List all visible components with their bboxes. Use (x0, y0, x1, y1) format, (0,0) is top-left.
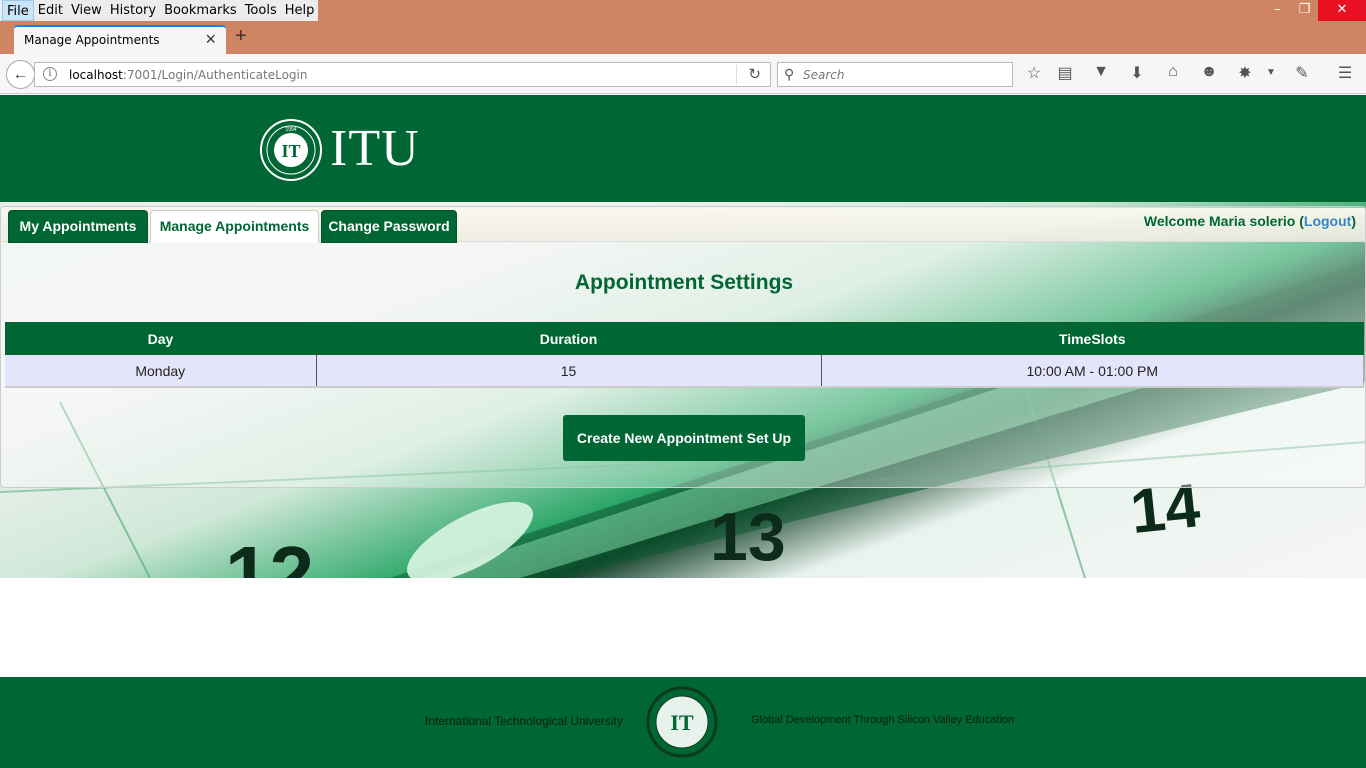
menu-help[interactable]: Help (281, 0, 319, 21)
menu-file[interactable]: File (2, 0, 34, 21)
svg-text:13: 13 (710, 499, 786, 575)
svg-text:12: 12 (225, 530, 314, 578)
column-header-day: Day (5, 322, 316, 355)
window-controls: – ❐ ✕ (1264, 0, 1366, 21)
url-divider (736, 65, 737, 84)
dropdown-arrow-icon[interactable]: ▼ (1260, 67, 1282, 78)
page-tabs: My Appointments Manage Appointments Chan… (2, 208, 1365, 243)
svg-text:1994: 1994 (285, 127, 296, 133)
search-icon: ⚲ (784, 66, 795, 82)
addon-icon[interactable]: ✎ (1291, 63, 1313, 83)
url-bar[interactable]: i localhost:7001/Login/AuthenticateLogin… (34, 62, 771, 87)
hamburger-menu-icon[interactable]: ☰ (1334, 63, 1356, 83)
tab-manage-appointments[interactable]: Manage Appointments (150, 210, 319, 243)
cell-day: Monday (5, 355, 317, 388)
site-header: IT 1994 ITU (0, 95, 1366, 202)
close-tab-icon[interactable]: × (205, 29, 216, 50)
reading-list-icon[interactable]: ▤ (1054, 63, 1076, 83)
welcome-message: Welcome Maria solerio (Logout) (1143, 213, 1356, 229)
bookmark-star-icon[interactable]: ☆ (1023, 63, 1045, 83)
menu-bar: File Edit View History Bookmarks Tools H… (0, 0, 319, 21)
site-footer: International Technological University I… (0, 677, 1366, 768)
footer-tagline: Global Development Through Silicon Valle… (751, 714, 1015, 726)
itu-seal-icon[interactable]: IT 1994 (259, 118, 323, 182)
restore-icon[interactable]: ❐ (1291, 0, 1318, 21)
browser-tab-active[interactable]: Manage Appointments × (14, 25, 226, 54)
back-arrow-icon[interactable]: ← (6, 60, 35, 89)
column-header-duration: Duration (316, 322, 821, 355)
browser-tab-title: Manage Appointments (24, 33, 160, 47)
chat-icon[interactable]: ☻ (1198, 63, 1220, 81)
column-header-timeslots: TimeSlots (821, 322, 1364, 355)
tab-my-appointments[interactable]: My Appointments (8, 210, 148, 243)
search-input[interactable]: ⚲ Search (777, 62, 1013, 87)
menu-tools[interactable]: Tools (241, 0, 281, 21)
minimize-icon[interactable]: – (1264, 0, 1291, 21)
navigation-toolbar: ← i localhost:7001/Login/AuthenticateLog… (0, 54, 1366, 94)
table-row[interactable]: Monday 15 10:00 AM - 01:00 PM (5, 355, 1364, 388)
cell-duration: 15 (316, 355, 822, 388)
tab-strip: Manage Appointments × + (0, 21, 1366, 54)
reload-icon[interactable]: ↻ (748, 65, 761, 83)
menu-view[interactable]: View (67, 0, 106, 21)
menu-bookmarks[interactable]: Bookmarks (160, 0, 241, 21)
logout-link[interactable]: Logout (1304, 213, 1351, 229)
svg-text:IT: IT (670, 710, 694, 735)
table-header-row: Day Duration TimeSlots (5, 322, 1364, 355)
footer-university-name: International Technological University (425, 714, 623, 728)
logo-text[interactable]: ITU (330, 119, 420, 178)
create-appointment-button[interactable]: Create New Appointment Set Up (563, 415, 805, 461)
cell-timeslots: 10:00 AM - 01:00 PM (821, 355, 1364, 388)
new-tab-icon[interactable]: + (235, 25, 247, 48)
menu-edit[interactable]: Edit (34, 0, 67, 21)
download-icon[interactable]: ⬇ (1126, 63, 1148, 83)
window-titlebar: File Edit View History Bookmarks Tools H… (0, 0, 1366, 21)
extension-icon[interactable]: ✸ (1234, 63, 1256, 83)
svg-text:IT: IT (281, 141, 300, 161)
search-placeholder: Search (803, 68, 845, 82)
footer-seal-icon: IT (646, 686, 718, 758)
tab-change-password[interactable]: Change Password (321, 210, 457, 243)
info-icon[interactable]: i (43, 67, 57, 81)
content-panel: My Appointments Manage Appointments Chan… (0, 206, 1366, 488)
page-title: Appointment Settings (574, 271, 794, 294)
menu-history[interactable]: History (106, 0, 160, 21)
close-window-icon[interactable]: ✕ (1318, 0, 1366, 21)
pocket-icon[interactable]: ▼ (1090, 63, 1112, 81)
home-icon[interactable]: ⌂ (1162, 63, 1184, 81)
appointment-settings-table: Day Duration TimeSlots Monday 15 10:00 A… (5, 322, 1364, 388)
url-text[interactable]: localhost:7001/Login/AuthenticateLogin (69, 68, 307, 82)
